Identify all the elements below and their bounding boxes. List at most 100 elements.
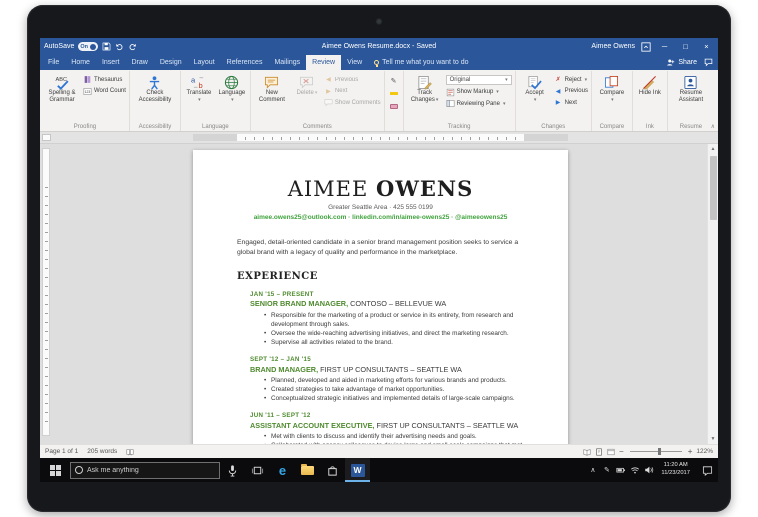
word-app-button[interactable]: W	[345, 458, 370, 482]
word-count-indicator[interactable]: 205 words	[87, 448, 117, 455]
word-count-button[interactable]: 123 Word Count	[83, 87, 126, 96]
print-layout-view-button[interactable]	[595, 448, 603, 456]
scroll-down-arrow[interactable]: ▼	[711, 436, 716, 442]
svg-text:ABC: ABC	[55, 77, 67, 83]
zoom-level[interactable]: 122%	[696, 448, 713, 455]
display-for-review-dropdown[interactable]: Original ▾	[446, 75, 512, 85]
show-markup-button[interactable]: Show Markup ▾	[446, 88, 512, 97]
track-changes-button[interactable]: Track Changes▾	[407, 73, 443, 105]
previous-change-button[interactable]: ◀ Previous	[554, 87, 588, 96]
file-explorer-button[interactable]	[295, 458, 320, 482]
hide-ink-label: Hide Ink	[639, 90, 661, 97]
undo-button[interactable]	[115, 42, 124, 51]
new-comment-label: New Comment	[254, 90, 290, 104]
highlighter-button[interactable]	[388, 88, 400, 99]
wifi-icon	[630, 465, 640, 475]
check-accessibility-button[interactable]: Check Accessibility	[133, 73, 177, 105]
tab-references[interactable]: References	[221, 55, 269, 70]
hide-ink-button[interactable]: Hide Ink	[636, 73, 664, 98]
next-comment-button[interactable]: ▶ Next	[324, 87, 381, 96]
tab-draw[interactable]: Draw	[125, 55, 153, 70]
autosave-state: On	[80, 44, 88, 50]
resume-contact-links[interactable]: aimee.owens25@outlook.com · linkedin.com…	[237, 214, 524, 221]
zoom-in-button[interactable]: +	[688, 448, 693, 456]
document-page[interactable]: AIMEE OWENS Greater Seattle Area · 425 5…	[193, 150, 568, 444]
comments-button[interactable]	[704, 58, 713, 67]
tell-me-box[interactable]: Tell me what you want to do	[368, 55, 474, 70]
tab-selector[interactable]	[42, 134, 51, 141]
pen-tray-button[interactable]: ✎	[600, 458, 613, 482]
ribbon-display-options-button[interactable]	[641, 42, 651, 52]
experience-entry-3: JUN '11 – SEPT '12 ASSISTANT ACCOUNT EXE…	[250, 412, 524, 444]
language-button[interactable]: Language▾	[217, 73, 247, 105]
accept-button[interactable]: Accept▾	[519, 73, 551, 105]
edge-browser-button[interactable]: e	[270, 458, 295, 482]
save-button[interactable]	[102, 42, 111, 51]
action-center-icon	[702, 465, 713, 476]
reviewing-pane-label: Reviewing Pane	[457, 101, 500, 107]
read-mode-view-button[interactable]	[583, 448, 591, 456]
zoom-slider-thumb[interactable]	[658, 448, 661, 455]
tray-overflow-button[interactable]: ∧	[586, 458, 599, 482]
tab-home[interactable]: Home	[65, 55, 96, 70]
previous-comment-button[interactable]: ◀ Previous	[324, 75, 381, 84]
tab-review[interactable]: Review	[306, 55, 341, 70]
tab-insert[interactable]: Insert	[96, 55, 126, 70]
network-button[interactable]	[628, 458, 641, 482]
experience-bullet: Created strategies to take advantage of …	[264, 385, 524, 394]
taskbar-clock[interactable]: 11:20 AM 11/23/2017	[656, 462, 695, 477]
share-button[interactable]: Share	[666, 58, 697, 67]
next-change-button[interactable]: ▶ Next	[554, 98, 588, 107]
store-button[interactable]	[320, 458, 345, 482]
volume-button[interactable]	[642, 458, 655, 482]
battery-button[interactable]	[614, 458, 627, 482]
action-center-button[interactable]	[696, 458, 718, 482]
show-comments-button[interactable]: Show Comments	[324, 98, 381, 107]
close-button[interactable]: ×	[699, 38, 714, 55]
tab-file[interactable]: File	[42, 55, 65, 70]
redo-button[interactable]	[128, 42, 137, 51]
word-icon: W	[351, 464, 365, 477]
cortana-search-box[interactable]	[70, 462, 220, 479]
vertical-ruler[interactable]	[42, 148, 50, 436]
reviewing-pane-button[interactable]: Reviewing Pane ▾	[446, 99, 512, 108]
spelling-grammar-button[interactable]: ABC Spelling & Grammar	[44, 73, 80, 105]
tab-mailings[interactable]: Mailings	[268, 55, 306, 70]
zoom-out-button[interactable]: −	[619, 448, 624, 456]
page-indicator[interactable]: Page 1 of 1	[45, 448, 78, 455]
zoom-slider[interactable]	[630, 451, 682, 452]
tab-view[interactable]: View	[341, 55, 368, 70]
tab-layout[interactable]: Layout	[188, 55, 221, 70]
pen-button[interactable]: ✎	[388, 75, 400, 86]
camera	[376, 18, 383, 25]
scrollbar-thumb[interactable]	[710, 156, 717, 220]
web-layout-view-button[interactable]	[607, 448, 615, 456]
thesaurus-button[interactable]: Thesaurus	[83, 75, 126, 84]
tablet-bezel: AutoSave On Aimee Owens Resume.docx - Sa…	[27, 5, 731, 512]
autosave-toggle[interactable]: On	[78, 42, 98, 51]
show-comments-label: Show Comments	[335, 100, 381, 106]
vertical-scrollbar[interactable]: ▲ ▼	[707, 144, 718, 444]
collapse-ribbon-button[interactable]: ∧	[711, 123, 715, 130]
start-button[interactable]	[40, 458, 70, 482]
eraser-icon	[390, 104, 398, 109]
microphone-button[interactable]	[220, 458, 245, 482]
search-input[interactable]	[87, 467, 197, 474]
tab-design[interactable]: Design	[154, 55, 188, 70]
compare-button[interactable]: Compare▾	[595, 73, 629, 105]
scroll-up-arrow[interactable]: ▲	[711, 146, 716, 152]
ribbon: ABC Spelling & Grammar Thesaurus 123 Wor…	[40, 70, 718, 132]
horizontal-ruler[interactable]	[40, 132, 718, 144]
proofing-status-icon[interactable]	[126, 448, 134, 456]
new-comment-button[interactable]: New Comment	[254, 73, 290, 105]
reject-button[interactable]: ✗ Reject ▾	[554, 75, 588, 84]
signed-in-user[interactable]: Aimee Owens	[591, 43, 635, 50]
eraser-button[interactable]	[388, 101, 400, 112]
minimize-button[interactable]: ─	[657, 38, 672, 55]
resume-assistant-button[interactable]: Resume Assistant	[671, 73, 711, 105]
maximize-button[interactable]: □	[678, 38, 693, 55]
task-view-button[interactable]	[245, 458, 270, 482]
delete-comment-button[interactable]: Delete▾	[293, 73, 321, 98]
experience-bullet-list: Met with clients to discuss and identify…	[264, 432, 524, 444]
translate-button[interactable]: ab Translate▾	[184, 73, 214, 105]
